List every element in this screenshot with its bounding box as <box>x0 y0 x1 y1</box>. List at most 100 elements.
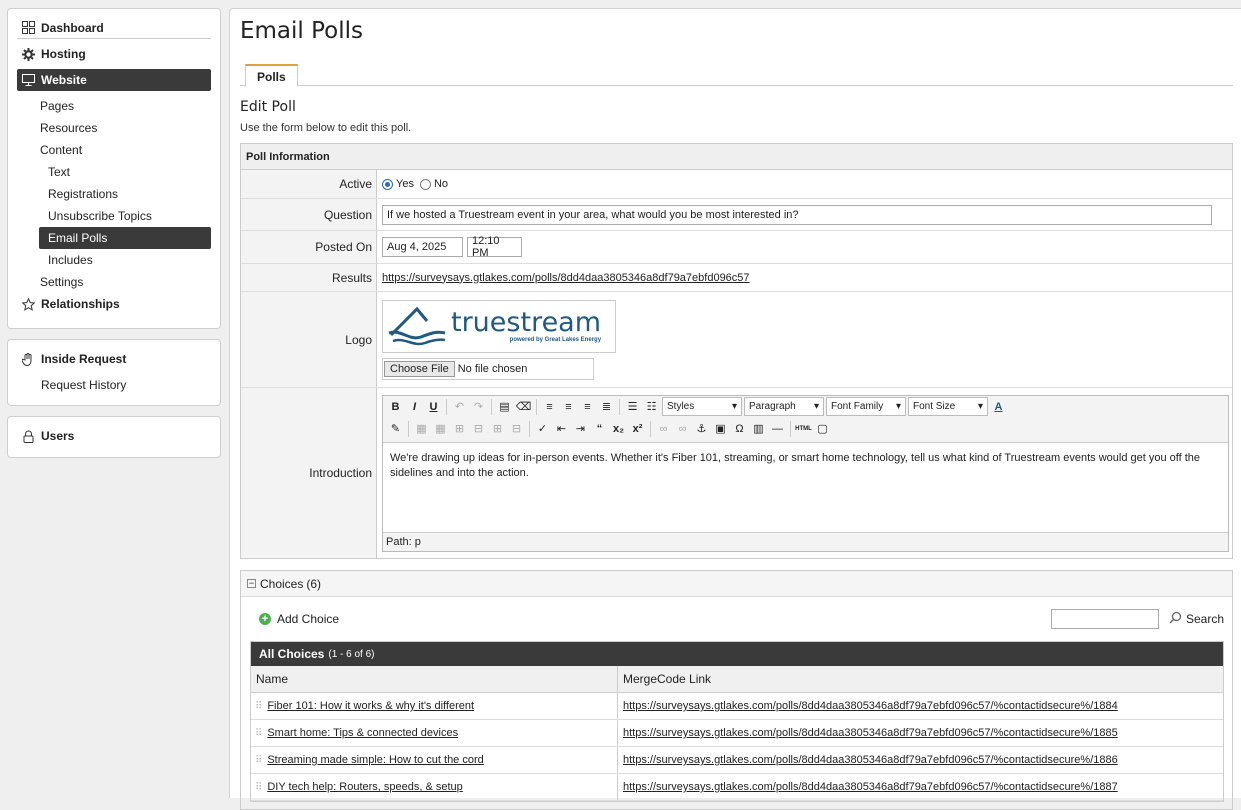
paragraph-select-value: Paragraph <box>749 401 796 412</box>
numbered-list-icon[interactable]: ☷ <box>643 398 660 415</box>
sidebar-item-email-polls[interactable]: Email Polls <box>39 227 211 249</box>
active-yes-radio[interactable] <box>382 178 393 190</box>
indent-icon[interactable]: ⇥ <box>572 420 589 437</box>
mergecode-link[interactable]: https://surveysays.gtlakes.com/polls/8dd… <box>623 781 1118 793</box>
row-delete-icon[interactable]: ⊟ <box>470 420 487 437</box>
question-input[interactable]: If we hosted a Truestream event in your … <box>382 204 1212 225</box>
sidebar-item-label: Registrations <box>48 187 119 201</box>
align-justify-icon[interactable]: ≣ <box>598 398 615 415</box>
outdent-icon[interactable]: ⇤ <box>553 420 570 437</box>
choose-file-button[interactable]: Choose File <box>384 360 455 377</box>
toolbar-divider <box>650 420 651 437</box>
form-row-question: Question If we hosted a Truestream event… <box>241 199 1232 231</box>
column-header-mergecode[interactable]: MergeCode Link <box>618 666 1223 692</box>
redo-icon[interactable]: ↷ <box>470 398 487 415</box>
text-color-icon[interactable]: A <box>990 398 1007 415</box>
mergecode-link[interactable]: https://surveysays.gtlakes.com/polls/8dd… <box>623 754 1118 766</box>
sidebar-item-settings[interactable]: Settings <box>17 271 211 293</box>
subscript-icon[interactable]: x₂ <box>610 420 627 437</box>
logo-wordmark: truestream <box>451 307 602 338</box>
align-left-icon[interactable]: ≡ <box>541 398 558 415</box>
sidebar-item-unsubscribe-topics[interactable]: Unsubscribe Topics <box>17 205 211 227</box>
bullet-list-icon[interactable]: ☰ <box>624 398 641 415</box>
mergecode-link[interactable]: https://surveysays.gtlakes.com/polls/8dd… <box>623 727 1118 739</box>
edit-icon[interactable]: ✎ <box>387 420 404 437</box>
sidebar-item-users[interactable]: Users <box>17 425 211 447</box>
choices-range: (1 - 6 of 6) <box>328 648 375 660</box>
media-icon[interactable]: ▥ <box>750 420 767 437</box>
tab-bar: Polls <box>240 64 1233 87</box>
table-props-icon[interactable]: ▦ <box>432 420 449 437</box>
sidebar-item-includes[interactable]: Includes <box>17 249 211 271</box>
results-link[interactable]: https://surveysays.gtlakes.com/polls/8dd… <box>382 272 750 284</box>
image-icon[interactable]: ▣ <box>712 420 729 437</box>
choice-name-link[interactable]: Streaming made simple: How to cut the co… <box>267 754 483 766</box>
sidebar-item-label: Hosting <box>41 47 86 61</box>
drag-handle-icon[interactable]: ⠿ <box>255 728 262 739</box>
introduction-editor[interactable]: We're drawing up ideas for in-person eve… <box>383 441 1228 533</box>
unlink-icon[interactable]: ∞ <box>674 420 691 437</box>
posted-date-input[interactable]: Aug 4, 2025 <box>382 237 463 257</box>
search-icon[interactable] <box>1169 611 1182 627</box>
column-delete-icon[interactable]: ⊟ <box>508 420 525 437</box>
font-size-select[interactable]: Font Size ▾ <box>908 397 988 416</box>
underline-button[interactable]: U <box>425 398 442 415</box>
column-insert-icon[interactable]: ⊞ <box>489 420 506 437</box>
sidebar-item-text[interactable]: Text <box>17 161 211 183</box>
posted-time-input[interactable]: 12:10 PM <box>467 235 522 259</box>
collapse-icon[interactable]: − <box>247 579 256 588</box>
tab-polls[interactable]: Polls <box>245 64 298 87</box>
search-input[interactable] <box>1050 609 1159 629</box>
paste-icon[interactable]: ▤ <box>496 398 513 415</box>
sidebar-item-pages[interactable]: Pages <box>17 95 211 117</box>
superscript-icon[interactable]: x² <box>629 420 646 437</box>
sidebar-item-content[interactable]: Content <box>17 139 211 161</box>
spellcheck-icon[interactable]: ✓ <box>534 420 551 437</box>
sidebar-item-label: Email Polls <box>48 231 108 245</box>
row-insert-icon[interactable]: ⊞ <box>451 420 468 437</box>
active-no-radio[interactable] <box>419 178 431 190</box>
column-header-name[interactable]: Name <box>251 666 618 692</box>
link-icon[interactable]: ∞ <box>655 420 672 437</box>
omega-icon[interactable]: Ω <box>731 420 748 437</box>
sidebar-item-label: Dashboard <box>41 20 104 35</box>
table-icon[interactable]: ▦ <box>413 420 430 437</box>
sidebar-item-relationships[interactable]: Relationships <box>17 293 211 315</box>
bold-button[interactable]: B <box>387 398 404 415</box>
anchor-icon[interactable]: ⚓ <box>693 420 710 437</box>
choice-name-link[interactable]: Smart home: Tips & connected devices <box>267 727 458 739</box>
drag-handle-icon[interactable]: ⠿ <box>255 755 262 766</box>
align-right-icon[interactable]: ≡ <box>579 398 596 415</box>
horizontal-rule-icon[interactable]: — <box>769 420 786 437</box>
sidebar-item-dashboard[interactable]: Dashboard <box>17 17 211 39</box>
undo-icon[interactable]: ↶ <box>451 398 468 415</box>
eraser-icon[interactable]: ⌫ <box>515 398 532 415</box>
sidebar-main-panel: Dashboard Hosting Website Pages Resource… <box>7 8 221 329</box>
sidebar-item-inside-request[interactable]: Inside Request <box>17 348 211 370</box>
mergecode-link[interactable]: https://surveysays.gtlakes.com/polls/8dd… <box>623 700 1118 712</box>
table-row: ⠿ Streaming made simple: How to cut the c… <box>251 747 1223 774</box>
sidebar-item-hosting[interactable]: Hosting <box>17 43 211 65</box>
font-family-select[interactable]: Font Family ▾ <box>826 397 906 416</box>
paragraph-select[interactable]: Paragraph ▾ <box>744 397 824 416</box>
drag-handle-icon[interactable]: ⠿ <box>255 782 262 793</box>
blockquote-icon[interactable]: “ <box>591 420 608 437</box>
fullscreen-icon[interactable]: ▢ <box>814 420 831 437</box>
choice-name-link[interactable]: Fiber 101: How it works & why it's diffe… <box>267 700 474 712</box>
sidebar-item-resources[interactable]: Resources <box>17 117 211 139</box>
html-source-icon[interactable]: HTML <box>795 420 812 437</box>
logo-label: Logo <box>241 292 377 387</box>
choices-table-body: ⠿ Fiber 101: How it works & why it's diff… <box>251 693 1223 801</box>
sidebar-item-website[interactable]: Website <box>17 69 211 91</box>
truestream-logo-mark-icon <box>388 306 446 346</box>
search-button[interactable]: Search <box>1186 612 1224 626</box>
choices-header[interactable]: − Choices (6) <box>241 571 1232 597</box>
italic-button[interactable]: I <box>406 398 423 415</box>
sidebar-item-request-history[interactable]: Request History <box>17 374 211 396</box>
align-center-icon[interactable]: ≡ <box>560 398 577 415</box>
drag-handle-icon[interactable]: ⠿ <box>255 701 262 712</box>
sidebar-item-registrations[interactable]: Registrations <box>17 183 211 205</box>
add-choice-button[interactable]: + Add Choice <box>259 612 339 626</box>
styles-select[interactable]: Styles ▾ <box>662 397 742 416</box>
choice-name-link[interactable]: DIY tech help: Routers, speeds, & setup <box>267 781 462 793</box>
